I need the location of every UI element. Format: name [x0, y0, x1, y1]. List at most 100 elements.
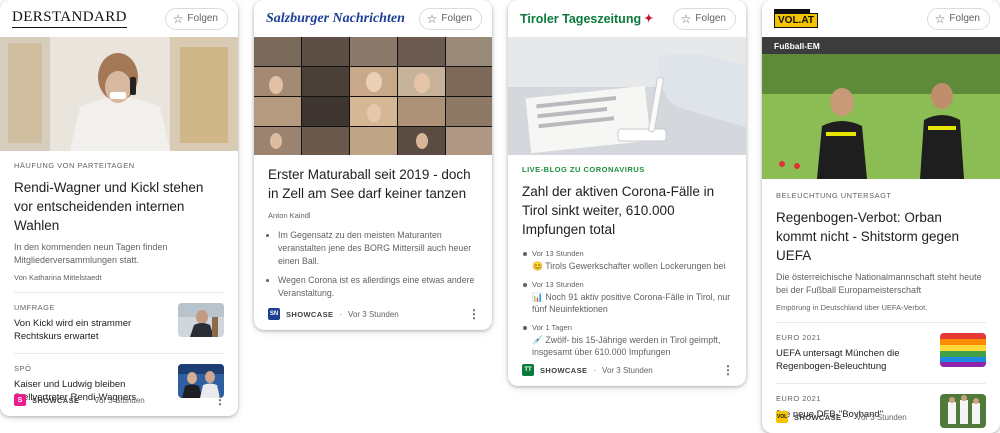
covid-test-photo [508, 37, 746, 155]
star-icon: ☆ [426, 11, 438, 26]
publisher-favicon: VOL [776, 411, 788, 423]
more-options-icon[interactable]: ⋮ [976, 411, 988, 423]
related-article[interactable]: EURO 2021 UEFA untersagt München die Reg… [776, 333, 986, 373]
separator-dot: · [85, 395, 89, 405]
football-photo [762, 54, 1000, 179]
hero-image[interactable] [762, 54, 1000, 179]
follow-label: Folgen [187, 13, 218, 24]
timestamp: Vor 3 Stunden [856, 412, 907, 422]
hero-photo [0, 37, 238, 151]
card-header: Tiroler Tageszeitung ✦ ☆ Folgen [508, 0, 746, 37]
article-subline: Empörung in Deutschland über UEFA-Verbot… [776, 303, 928, 312]
hero-image[interactable] [508, 37, 746, 155]
card-header: Salzburger Nachrichten ☆ Folgen [254, 0, 492, 37]
article-headline[interactable]: Erster Maturaball seit 2019 - doch in Ze… [268, 165, 478, 203]
publisher-logo[interactable]: DERSTANDARD [12, 9, 127, 28]
timeline-entry[interactable]: Vor 1 Tagen 💉 Zwölf- bis 15-Jährige werd… [522, 323, 732, 359]
publisher-favicon: TT [522, 364, 534, 376]
article-author: Anton Kaindl [268, 211, 311, 220]
showcase-label: SHOWCASE [794, 412, 842, 422]
related-title[interactable]: UEFA untersagt München die Regenbogen-Be… [776, 347, 932, 373]
showcase-label: SHOWCASE [540, 365, 588, 375]
publisher-favicon: S [14, 394, 26, 406]
separator-dot: · [593, 365, 597, 375]
separator-dot: · [847, 412, 851, 422]
section-label[interactable]: Fußball-EM [762, 37, 1000, 54]
article-author: Von Katharina Mittelstaedt [14, 273, 102, 282]
follow-label: Folgen [949, 13, 980, 24]
video-call-photo [254, 37, 492, 155]
divider [776, 383, 986, 384]
card-header: DERSTANDARD ☆ Folgen [0, 0, 238, 37]
thumbnail-photo [178, 303, 224, 337]
timeline-text: 📊 Noch 91 aktiv positive Corona-Fälle in… [532, 291, 731, 315]
follow-button[interactable]: ☆ Folgen [926, 7, 990, 30]
follow-button[interactable]: ☆ Folgen [164, 7, 228, 30]
timestamp: Vor 3 Stunden [602, 365, 653, 375]
timeline-entry[interactable]: Vor 13 Stunden 📊 Noch 91 aktiv positive … [522, 280, 732, 316]
bullet-item: Wegen Corona ist es allerdings eine etwa… [278, 274, 478, 300]
timeline-time: Vor 13 Stunden [532, 249, 584, 258]
publisher-name: VOL.AT [774, 13, 818, 28]
card-footer: VOL SHOWCASE · Vor 3 Stunden ⋮ [776, 411, 988, 423]
showcase-label: SHOWCASE [286, 309, 334, 319]
related-kicker: EURO 2021 [776, 333, 821, 342]
follow-button[interactable]: ☆ Folgen [672, 7, 736, 30]
article-description: Die österreichische Nationalmannschaft s… [776, 272, 982, 295]
related-kicker: SPÖ [14, 364, 32, 373]
more-options-icon[interactable]: ⋮ [722, 364, 734, 376]
star-icon: ☆ [680, 11, 692, 26]
article-headline[interactable]: Regenbogen-Verbot: Orban kommt nicht - S… [776, 208, 986, 265]
article-kicker: BELEUCHTUNG UNTERSAGT [776, 191, 892, 200]
more-options-icon[interactable]: ⋮ [468, 308, 480, 320]
thumbnail-photo [940, 333, 986, 367]
bullet-item: Im Gegensatz zu den meisten Maturanten v… [278, 229, 478, 268]
card-footer: SN SHOWCASE · Vor 3 Stunden ⋮ [268, 308, 480, 320]
more-options-icon[interactable]: ⋮ [214, 394, 226, 406]
related-title[interactable]: Von Kickl wird ein strammer Rechtskurs e… [14, 317, 170, 343]
eagle-icon: ✦ [644, 13, 654, 25]
card-footer: TT SHOWCASE · Vor 3 Stunden ⋮ [522, 364, 734, 376]
publisher-logo[interactable]: Salzburger Nachrichten [266, 11, 405, 27]
star-icon: ☆ [172, 11, 184, 26]
live-blog-timeline: Vor 13 Stunden 😊 Tirols Gewerkschafter w… [522, 249, 732, 359]
hero-image[interactable] [0, 37, 238, 151]
timestamp: Vor 3 Stunden [348, 309, 399, 319]
related-article[interactable]: UMFRAGE Von Kickl wird ein strammer Rech… [14, 303, 224, 343]
card-footer: S SHOWCASE · Vor 3 Stunden ⋮ [14, 394, 226, 406]
showcase-label: SHOWCASE [32, 395, 80, 405]
timeline-text: 💉 Zwölf- bis 15-Jährige werden in Tirol … [532, 334, 721, 358]
news-card-salzburger-nachrichten[interactable]: Salzburger Nachrichten ☆ Folgen Erster M… [254, 0, 492, 330]
article-kicker: HÄUFUNG VON PARTEITAGEN [14, 161, 135, 170]
article-headline[interactable]: Rendi-Wagner und Kickl stehen vor entsch… [14, 178, 224, 235]
follow-button[interactable]: ☆ Folgen [418, 7, 482, 30]
article-bullets: Im Gegensatz zu den meisten Maturanten v… [268, 229, 478, 300]
hero-image[interactable] [254, 37, 492, 155]
related-kicker: EURO 2021 [776, 394, 821, 403]
card-header: VOL.AT ☆ Folgen [762, 0, 1000, 37]
publisher-name: Tiroler Tageszeitung [520, 11, 642, 26]
timeline-time: Vor 13 Stunden [532, 279, 584, 289]
divider [14, 292, 224, 293]
article-kicker: LIVE-BLOG ZU CORONAVIRUS [522, 165, 645, 174]
timeline-text: 😊 Tirols Gewerkschafter wollen Lockerung… [532, 261, 726, 271]
star-icon: ☆ [934, 11, 946, 26]
timeline-time: Vor 1 Tagen [532, 322, 572, 332]
publisher-logo[interactable]: VOL.AT [774, 9, 818, 28]
publisher-logo[interactable]: Tiroler Tageszeitung ✦ [520, 12, 653, 26]
article-description: In den kommenden neun Tagen finden Mitgl… [14, 242, 168, 265]
separator-dot: · [339, 309, 343, 319]
follow-label: Folgen [695, 13, 726, 24]
related-thumbnail[interactable] [940, 333, 986, 367]
publisher-favicon: SN [268, 308, 280, 320]
divider [14, 353, 224, 354]
timeline-entry[interactable]: Vor 13 Stunden 😊 Tirols Gewerkschafter w… [522, 249, 732, 273]
article-headline[interactable]: Zahl der aktiven Corona-Fälle in Tirol s… [522, 182, 732, 239]
timestamp: Vor 3 Stunden [94, 395, 145, 405]
related-thumbnail[interactable] [178, 303, 224, 337]
news-card-vol-at[interactable]: VOL.AT ☆ Folgen Fußball-EM BELEUCHTUNG U… [762, 0, 1000, 433]
news-card-derstandard[interactable]: DERSTANDARD ☆ Folgen HÄUFUNG VON PARTEIT… [0, 0, 238, 416]
news-card-tiroler-tageszeitung[interactable]: Tiroler Tageszeitung ✦ ☆ Folgen LIVE-BLO… [508, 0, 746, 386]
follow-label: Folgen [441, 13, 472, 24]
divider [776, 322, 986, 323]
